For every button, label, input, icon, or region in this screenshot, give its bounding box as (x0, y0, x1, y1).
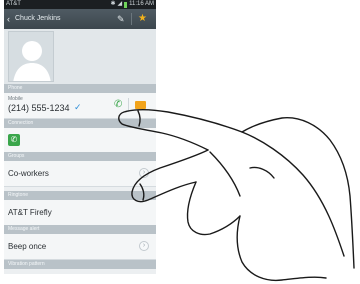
hand-gesture-illustration (118, 109, 355, 282)
